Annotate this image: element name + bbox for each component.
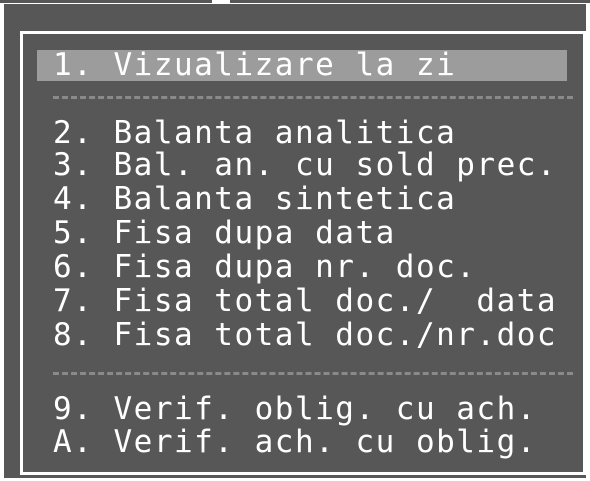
menu-item-2[interactable]: 2. Balanta analitica [53,118,456,149]
menu-item-4[interactable]: 4. Balanta sintetica [53,184,456,215]
menu-item-a[interactable]: A. Verif. ach. cu oblig. [53,427,537,458]
menu-list: 1. Vizualizare la zi 2. Balanta analitic… [23,34,583,472]
menu-item-6[interactable]: 6. Fisa dupa nr. doc. [53,252,476,283]
menu-item-selected[interactable]: 1. Vizualizare la zi [37,50,567,81]
menu-item-8[interactable]: 8. Fisa total doc./nr.doc [53,320,557,351]
menu-item-7[interactable]: 7. Fisa total doc./ data [53,286,557,317]
menu-separator [53,96,573,99]
menu-item-3[interactable]: 3. Bal. an. cu sold prec. [53,150,557,181]
menu-frame: 1. Vizualizare la zi 2. Balanta analitic… [20,31,586,475]
menu-item-9[interactable]: 9. Verif. oblig. cu ach. [53,394,537,425]
top-strip-segment [230,0,590,3]
terminal-screen: 1. Vizualizare la zi 2. Balanta analitic… [4,4,586,478]
top-strip-segment [0,0,212,3]
menu-separator [53,372,573,375]
menu-item-5[interactable]: 5. Fisa dupa data [53,218,396,249]
